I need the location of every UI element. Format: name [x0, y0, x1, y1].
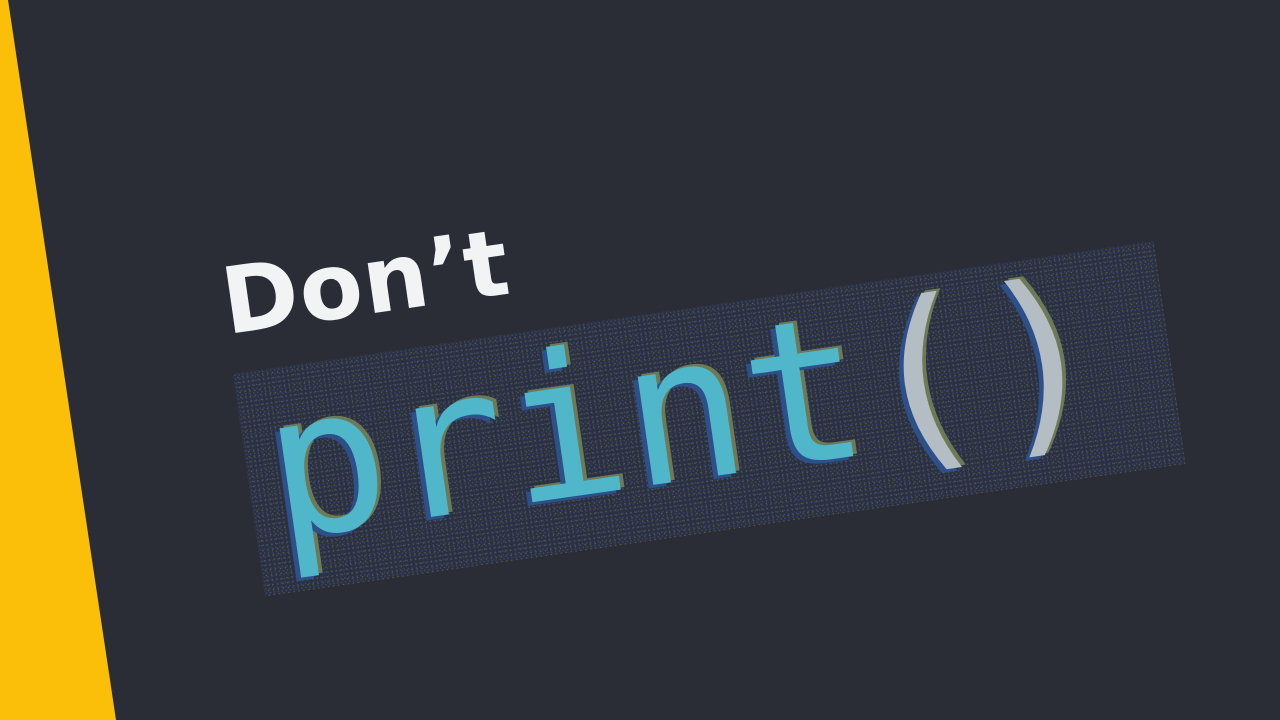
parentheses: () [846, 235, 1118, 501]
